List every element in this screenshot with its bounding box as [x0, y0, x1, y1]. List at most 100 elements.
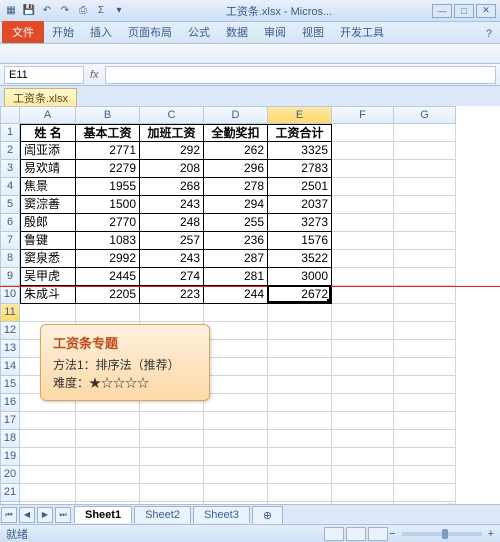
cell[interactable]	[268, 430, 332, 448]
cell[interactable]	[394, 412, 456, 430]
sheet-nav-next[interactable]: ▶	[37, 507, 53, 523]
cell[interactable]: 248	[140, 214, 204, 232]
cell[interactable]	[394, 340, 456, 358]
row-header[interactable]: 9	[0, 268, 20, 286]
cell[interactable]	[76, 430, 140, 448]
cell[interactable]: 朱成斗	[20, 286, 76, 304]
cell[interactable]: 1576	[268, 232, 332, 250]
cell[interactable]	[332, 286, 394, 304]
cell[interactable]: 易欢靖	[20, 160, 76, 178]
cell[interactable]	[332, 178, 394, 196]
cell[interactable]	[332, 376, 394, 394]
ribbon-tab-2[interactable]: 页面布局	[120, 21, 180, 43]
cell[interactable]	[394, 394, 456, 412]
cell[interactable]	[268, 358, 332, 376]
cell[interactable]	[204, 430, 268, 448]
fx-icon[interactable]: fx	[90, 69, 99, 81]
column-header[interactable]: A	[20, 106, 76, 124]
cell[interactable]: 2205	[76, 286, 140, 304]
cell[interactable]: 1083	[76, 232, 140, 250]
cell[interactable]: 2037	[268, 196, 332, 214]
column-header[interactable]: F	[332, 106, 394, 124]
sheet-nav-last[interactable]: ⏭	[55, 507, 71, 523]
cell[interactable]	[394, 466, 456, 484]
cell[interactable]	[204, 394, 268, 412]
sheet-tab-add[interactable]: ⊕	[252, 506, 283, 524]
cell[interactable]	[140, 304, 204, 322]
cell[interactable]: 3522	[268, 250, 332, 268]
save-icon[interactable]: 💾	[22, 4, 36, 18]
cell[interactable]: 274	[140, 268, 204, 286]
cell[interactable]	[268, 466, 332, 484]
cell[interactable]: 255	[204, 214, 268, 232]
row-header[interactable]: 17	[0, 412, 20, 430]
ribbon-tab-3[interactable]: 公式	[180, 21, 218, 43]
cell[interactable]: 2992	[76, 250, 140, 268]
cell[interactable]	[20, 466, 76, 484]
cell[interactable]	[204, 466, 268, 484]
cell[interactable]	[394, 178, 456, 196]
ribbon-tab-1[interactable]: 插入	[82, 21, 120, 43]
cell[interactable]	[140, 448, 204, 466]
sum-icon[interactable]: Σ	[94, 4, 108, 18]
cell[interactable]	[332, 340, 394, 358]
zoom-slider[interactable]	[402, 532, 482, 536]
cell[interactable]	[332, 304, 394, 322]
cell[interactable]: 292	[140, 142, 204, 160]
cell[interactable]	[268, 376, 332, 394]
cell[interactable]	[204, 448, 268, 466]
row-header[interactable]: 15	[0, 376, 20, 394]
cell[interactable]: 223	[140, 286, 204, 304]
cell[interactable]	[76, 304, 140, 322]
cell[interactable]: 296	[204, 160, 268, 178]
column-header[interactable]: B	[76, 106, 140, 124]
cell[interactable]: 262	[204, 142, 268, 160]
cell[interactable]: 3325	[268, 142, 332, 160]
cell[interactable]	[332, 196, 394, 214]
cell[interactable]: 281	[204, 268, 268, 286]
cell[interactable]	[394, 304, 456, 322]
cell[interactable]: 加班工资	[140, 124, 204, 142]
cell[interactable]	[204, 484, 268, 502]
cell[interactable]	[394, 232, 456, 250]
cell[interactable]	[268, 484, 332, 502]
row-header[interactable]: 8	[0, 250, 20, 268]
cell[interactable]: 243	[140, 196, 204, 214]
workbook-tab[interactable]: 工资条.xlsx	[4, 88, 77, 108]
cell[interactable]	[394, 448, 456, 466]
cell[interactable]	[204, 412, 268, 430]
cell[interactable]: 焦景	[20, 178, 76, 196]
ribbon-tab-7[interactable]: 开发工具	[332, 21, 392, 43]
zoom-out-button[interactable]: −	[389, 528, 395, 540]
cell[interactable]	[20, 304, 76, 322]
row-header[interactable]: 14	[0, 358, 20, 376]
cell[interactable]	[332, 250, 394, 268]
cell[interactable]: 殷郎	[20, 214, 76, 232]
cell[interactable]: 268	[140, 178, 204, 196]
cell[interactable]	[76, 412, 140, 430]
cell[interactable]	[332, 412, 394, 430]
cell[interactable]	[332, 484, 394, 502]
cell[interactable]	[394, 250, 456, 268]
zoom-in-button[interactable]: +	[488, 528, 494, 540]
cell[interactable]	[332, 160, 394, 178]
ribbon-tab-6[interactable]: 视图	[294, 21, 332, 43]
cell[interactable]	[332, 448, 394, 466]
cell[interactable]	[76, 466, 140, 484]
row-header[interactable]: 4	[0, 178, 20, 196]
cell[interactable]	[332, 268, 394, 286]
row-header[interactable]: 13	[0, 340, 20, 358]
sheet-nav-prev[interactable]: ◀	[19, 507, 35, 523]
cell[interactable]	[268, 340, 332, 358]
formula-bar[interactable]	[105, 66, 496, 84]
cell[interactable]: 294	[204, 196, 268, 214]
cell[interactable]: 2783	[268, 160, 332, 178]
select-all-corner[interactable]	[0, 106, 20, 124]
cell[interactable]	[268, 322, 332, 340]
cell[interactable]: 3273	[268, 214, 332, 232]
minimize-button[interactable]: —	[432, 4, 452, 18]
row-header[interactable]: 11	[0, 304, 20, 322]
cell[interactable]	[140, 484, 204, 502]
cell[interactable]	[204, 340, 268, 358]
cell[interactable]	[140, 430, 204, 448]
